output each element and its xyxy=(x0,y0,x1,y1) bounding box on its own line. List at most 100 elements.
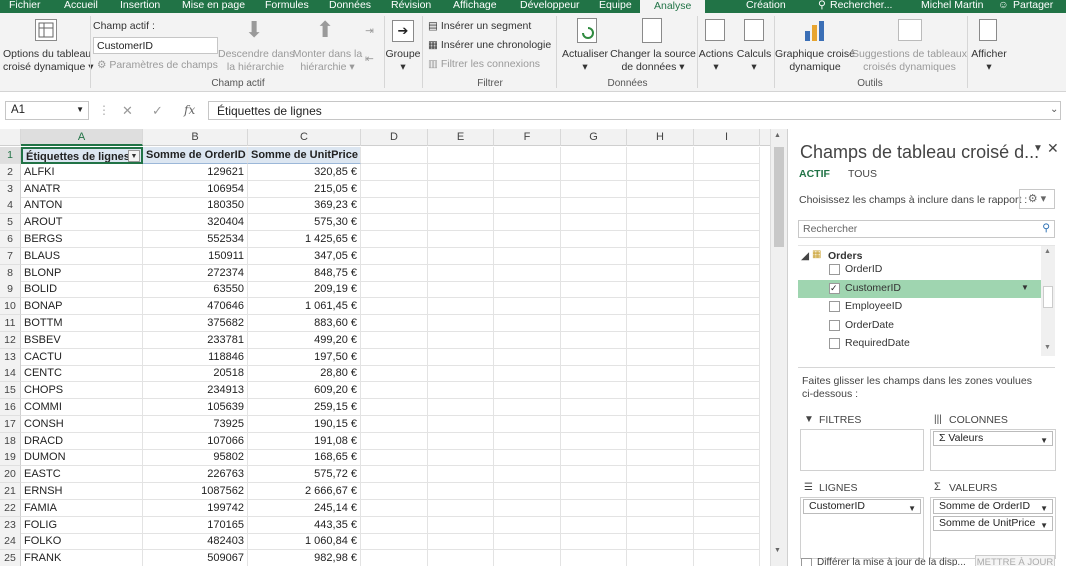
column-header-g[interactable]: G xyxy=(561,129,627,146)
empty-cell[interactable] xyxy=(561,163,627,181)
cell-b[interactable]: 150911 xyxy=(143,247,248,265)
tab-all-fields[interactable]: TOUS xyxy=(848,168,877,180)
row-header[interactable]: 19 xyxy=(0,449,21,467)
empty-cell[interactable] xyxy=(361,231,428,248)
empty-cell[interactable] xyxy=(361,432,428,450)
cell-b[interactable]: 226763 xyxy=(143,466,248,484)
filters-drop-zone[interactable] xyxy=(800,429,924,471)
chevron-down-icon[interactable]: ▼ xyxy=(1040,519,1048,532)
field-checkbox[interactable]: ✓ xyxy=(829,282,840,294)
empty-cell[interactable] xyxy=(627,483,694,500)
empty-cell[interactable] xyxy=(561,449,627,467)
row-header[interactable]: 15 xyxy=(0,382,21,400)
empty-cell[interactable] xyxy=(428,298,494,316)
tab-analyse[interactable]: Analyse xyxy=(640,0,706,13)
close-icon[interactable]: ✕ xyxy=(1047,140,1059,157)
cell-c[interactable]: 443,35 € xyxy=(248,516,361,534)
empty-cell[interactable] xyxy=(627,247,694,265)
empty-cell[interactable] xyxy=(627,231,694,248)
empty-cell[interactable] xyxy=(561,499,627,517)
scroll-down-icon[interactable]: ▼ xyxy=(774,547,781,554)
tab-active-fields[interactable]: ACTIF xyxy=(799,168,830,180)
chevron-down-icon[interactable]: ▼ xyxy=(1040,434,1048,447)
empty-cell[interactable] xyxy=(361,533,428,551)
tab-affichage[interactable]: Affichage xyxy=(453,0,497,11)
empty-cell[interactable] xyxy=(428,214,494,232)
cell-a[interactable]: BOTTM xyxy=(21,315,143,332)
cell-b[interactable]: 199742 xyxy=(143,499,248,517)
collapse-field-icon[interactable]: ⇤ xyxy=(365,53,374,66)
empty-cell[interactable] xyxy=(361,331,428,349)
cell-a[interactable]: DUMON xyxy=(21,449,143,467)
cell-b[interactable]: 552534 xyxy=(143,231,248,248)
empty-cell[interactable] xyxy=(694,483,760,500)
cell-b[interactable]: 107066 xyxy=(143,432,248,450)
empty-cell[interactable] xyxy=(561,415,627,433)
cell-a[interactable]: ERNSH xyxy=(21,483,143,500)
tab-fichier[interactable]: Fichier xyxy=(9,0,41,11)
tab-formules[interactable]: Formules xyxy=(265,0,309,11)
defer-update-checkbox[interactable] xyxy=(801,558,812,566)
empty-cell[interactable] xyxy=(361,516,428,534)
expand-field-icon[interactable]: ⇥ xyxy=(365,25,374,38)
empty-cell[interactable] xyxy=(627,399,694,416)
values-zone-item[interactable]: Somme de UnitPrice ▼ xyxy=(933,516,1053,531)
cell-b[interactable]: 482403 xyxy=(143,533,248,551)
empty-cell[interactable] xyxy=(361,382,428,400)
cell-a[interactable]: ALFKI xyxy=(21,163,143,181)
empty-cell[interactable] xyxy=(361,147,428,164)
empty-cell[interactable] xyxy=(561,483,627,500)
empty-cell[interactable] xyxy=(361,315,428,332)
pivot-header-cell[interactable]: Somme de OrderID xyxy=(143,147,248,164)
empty-cell[interactable] xyxy=(627,264,694,282)
cell-b[interactable]: 470646 xyxy=(143,298,248,316)
empty-cell[interactable] xyxy=(361,466,428,484)
row-header[interactable]: 18 xyxy=(0,432,21,450)
field-list-scrollbar[interactable]: ▲ ▼ xyxy=(1041,246,1055,356)
scroll-up-icon[interactable]: ▲ xyxy=(1044,248,1051,255)
cell-b[interactable]: 180350 xyxy=(143,197,248,215)
tell-me-search[interactable]: Rechercher... xyxy=(830,0,892,11)
empty-cell[interactable] xyxy=(428,348,494,366)
cell-c[interactable]: 575,72 € xyxy=(248,466,361,484)
field-checkbox[interactable] xyxy=(829,301,840,312)
empty-cell[interactable] xyxy=(428,315,494,332)
empty-cell[interactable] xyxy=(494,281,561,299)
empty-cell[interactable] xyxy=(694,281,760,299)
empty-cell[interactable] xyxy=(561,432,627,450)
row-header[interactable]: 1 xyxy=(0,147,21,164)
empty-cell[interactable] xyxy=(627,348,694,366)
column-header-d[interactable]: D xyxy=(361,129,428,146)
empty-cell[interactable] xyxy=(694,382,760,400)
cell-b[interactable]: 20518 xyxy=(143,365,248,383)
row-header[interactable]: 23 xyxy=(0,516,21,534)
recommended-pivots-button[interactable]: Suggestions de tableaux croisés dynamique… xyxy=(852,48,967,74)
empty-cell[interactable] xyxy=(494,264,561,282)
gear-icon[interactable]: ⚙ ▾ xyxy=(1019,189,1055,209)
empty-cell[interactable] xyxy=(627,197,694,215)
scroll-thumb[interactable] xyxy=(1043,286,1053,308)
empty-cell[interactable] xyxy=(428,247,494,265)
empty-cell[interactable] xyxy=(694,147,760,164)
empty-cell[interactable] xyxy=(361,247,428,265)
pivot-header-cell[interactable]: Étiquettes de lignes xyxy=(21,147,143,164)
cell-c[interactable]: 168,65 € xyxy=(248,449,361,467)
column-header-i[interactable]: I xyxy=(694,129,760,146)
empty-cell[interactable] xyxy=(428,415,494,433)
empty-cell[interactable] xyxy=(361,499,428,517)
empty-cell[interactable] xyxy=(428,550,494,566)
column-header-e[interactable]: E xyxy=(428,129,494,146)
cell-a[interactable]: ANATR xyxy=(21,180,143,198)
cell-b[interactable]: 118846 xyxy=(143,348,248,366)
empty-cell[interactable] xyxy=(361,365,428,383)
column-header-f[interactable]: F xyxy=(494,129,561,146)
tab-insertion[interactable]: Insertion xyxy=(120,0,160,11)
empty-cell[interactable] xyxy=(428,163,494,181)
empty-cell[interactable] xyxy=(361,415,428,433)
insert-slicer-button[interactable]: ▤ Insérer un segment xyxy=(428,20,531,33)
cell-c[interactable]: 209,19 € xyxy=(248,281,361,299)
empty-cell[interactable] xyxy=(694,298,760,316)
row-header[interactable]: 3 xyxy=(0,180,21,198)
empty-cell[interactable] xyxy=(561,180,627,198)
empty-cell[interactable] xyxy=(627,298,694,316)
